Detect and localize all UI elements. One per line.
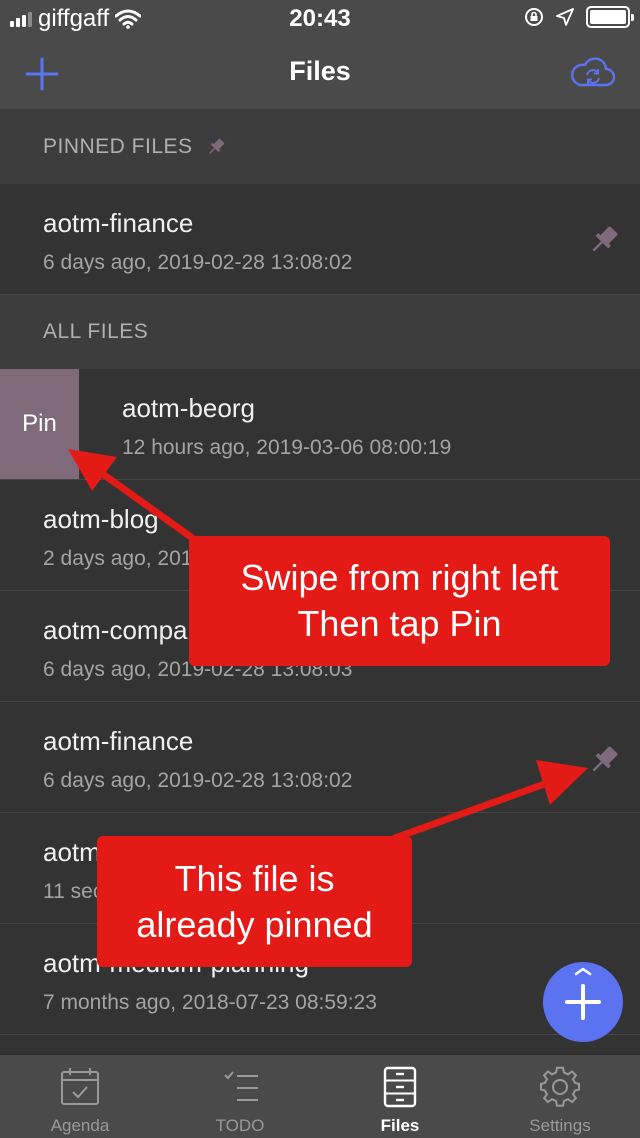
file-row[interactable]: Pin aotm-beorg 12 hours ago, 2019-03-06 … (0, 369, 640, 480)
battery-icon (586, 6, 634, 28)
tab-label: Files (380, 1116, 420, 1135)
file-name: aotm-blog (43, 504, 159, 534)
tab-label: Settings (529, 1116, 591, 1135)
tab-label: Agenda (50, 1116, 110, 1135)
section-title: PINNED FILES (43, 135, 193, 158)
pushpin-icon[interactable] (586, 222, 622, 258)
file-name: aotm-finance (43, 726, 194, 756)
status-icons (524, 6, 634, 28)
location-arrow-icon (556, 8, 574, 26)
file-name: aotm-beorg (122, 393, 255, 423)
page-title: Files (289, 56, 351, 86)
tab-bar: Agenda TODO Files Settings (0, 1054, 640, 1138)
callout-line: Swipe from right left (240, 557, 559, 598)
plus-icon (565, 967, 601, 1020)
tab-todo[interactable]: TODO (160, 1055, 320, 1138)
already-pinned-callout: This file is already pinned (97, 836, 412, 967)
cloud-sync-icon[interactable] (568, 54, 616, 92)
status-bar: giffgaff 20:43 (0, 0, 640, 36)
section-title: ALL FILES (43, 320, 149, 343)
pinned-files-header: PINNED FILES (0, 110, 640, 184)
checklist-icon (224, 1071, 258, 1101)
callout-line: Then tap Pin (297, 603, 502, 644)
file-timestamp: 7 months ago, 2018-07-23 08:59:23 (43, 991, 377, 1014)
swipe-instruction-callout: Swipe from right left Then tap Pin (189, 536, 610, 666)
tab-label: TODO (215, 1116, 265, 1135)
tab-settings[interactable]: Settings (480, 1055, 640, 1138)
file-row-pinned[interactable]: aotm-finance 6 days ago, 2019-02-28 13:0… (0, 184, 640, 295)
callout-line: This file is (174, 857, 335, 899)
gear-icon (540, 1066, 580, 1107)
file-name: aotm-finance (43, 208, 194, 238)
file-timestamp: 6 days ago, 2019-02-28 13:08:02 (43, 769, 353, 792)
file-cabinet-icon (383, 1066, 417, 1108)
add-file-fab[interactable] (543, 962, 623, 1042)
calendar-icon (61, 1068, 99, 1105)
tab-agenda[interactable]: Agenda (0, 1055, 160, 1138)
rotation-lock-icon (525, 8, 543, 26)
tab-files[interactable]: Files (320, 1055, 480, 1138)
callout-line: already pinned (136, 903, 373, 945)
file-timestamp: 6 days ago, 2019-02-28 13:08:02 (43, 251, 353, 274)
file-row[interactable]: aotm-finance 6 days ago, 2019-02-28 13:0… (0, 702, 640, 813)
pushpin-icon (208, 138, 224, 155)
pushpin-icon[interactable] (586, 742, 622, 778)
navigation-bar: Files (0, 36, 640, 110)
file-timestamp: 12 hours ago, 2019-03-06 08:00:19 (122, 436, 452, 459)
all-files-header: ALL FILES (0, 295, 640, 369)
pin-swipe-button[interactable]: Pin (0, 369, 79, 479)
